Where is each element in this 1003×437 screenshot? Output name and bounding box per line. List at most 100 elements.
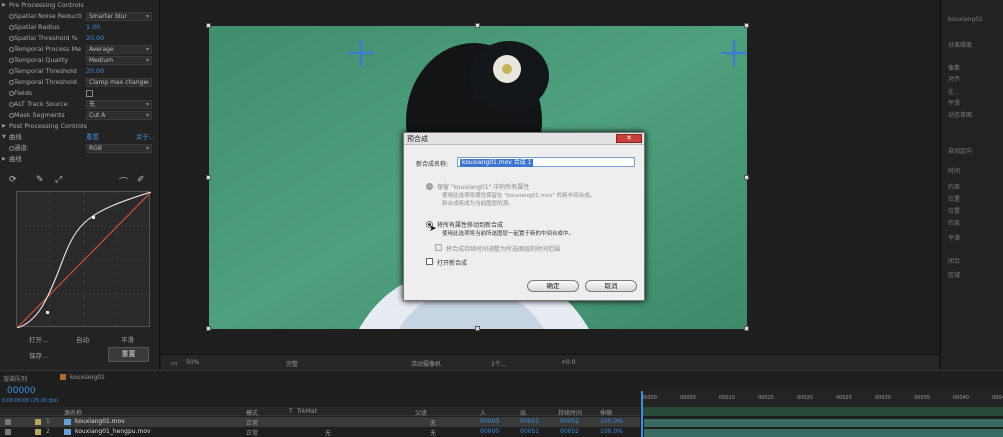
right-panel-item[interactable]: 位置 [948, 206, 960, 215]
layer-duration[interactable]: 00052 [560, 418, 579, 425]
views-dropdown[interactable]: 1个... [491, 359, 507, 368]
effect-row: Spatial Radius 1.00 [0, 22, 160, 33]
zoom-icon[interactable]: ⤢ [55, 175, 65, 185]
keep-attributes-radio[interactable] [426, 183, 433, 190]
right-panel-item[interactable]: 时间 [948, 166, 960, 175]
curve-open-button[interactable]: 打开... [29, 334, 48, 344]
frame-handle-bc[interactable] [475, 326, 480, 331]
visibility-icon[interactable] [5, 429, 11, 435]
frame-handle-bl[interactable] [206, 326, 211, 331]
param-label: Temporal Threshold [14, 67, 77, 75]
effect-row: Spatial Threshold % 20.00 [0, 33, 160, 44]
timeline-layers: 1 kouxiang01.mov 正常 无 00000 00051 00052 100.0% 2… [0, 417, 640, 437]
ok-button[interactable]: 确定 [527, 280, 579, 292]
param-value[interactable]: 20.00 [86, 66, 104, 77]
layer-name[interactable]: kouxiang01.mov [75, 418, 125, 425]
layer-stretch[interactable]: 100.0% [600, 418, 623, 425]
layer-out[interactable]: 00051 [520, 428, 539, 435]
param-dropdown[interactable]: Clamp max change [86, 78, 152, 87]
layer-mode[interactable]: 正常 [246, 418, 258, 427]
zoom-dropdown[interactable]: 50% [186, 359, 199, 366]
right-panel-item[interactable]: 约束 [948, 218, 960, 227]
dialog-close-button[interactable]: ✕ [616, 134, 642, 143]
label-color-icon[interactable] [35, 419, 41, 425]
frame-handle-tr[interactable] [744, 23, 749, 28]
new-comp-name-input[interactable]: kouxiang01.mov 合成 1 [457, 157, 635, 167]
param-dropdown[interactable]: Smarter blur [86, 12, 152, 21]
param-label: 通道: [14, 144, 29, 152]
tab-composition[interactable]: kouxiang01 [70, 374, 105, 381]
open-new-comp-checkbox[interactable] [426, 258, 433, 265]
col-out: 出 [520, 410, 527, 417]
param-dropdown[interactable]: RGB [86, 144, 152, 153]
expand-icon[interactable]: ▶ [2, 121, 6, 132]
camera-dropdown[interactable]: 活动摄像机 [411, 359, 441, 368]
right-panel-item[interactable]: 对齐 [948, 74, 960, 83]
frame-handle-ml[interactable] [206, 175, 211, 180]
frame-handle-mr[interactable] [744, 175, 749, 180]
pencil-icon[interactable]: ✎ [36, 175, 46, 185]
col-mode: 模式 [246, 410, 259, 417]
right-panel-item[interactable]: 动态草图 [948, 110, 972, 119]
right-panel-item[interactable]: 平滑 [948, 233, 960, 242]
curve-tool-icon[interactable]: ⟳ [9, 175, 19, 185]
right-panel-item[interactable]: 闭合 [948, 256, 960, 265]
cancel-button[interactable]: 取消 [585, 280, 637, 292]
frame-handle-tl[interactable] [206, 23, 211, 28]
timeline-layer-row[interactable]: 1 kouxiang01.mov 正常 无 00000 00051 00052 100.0% [0, 417, 640, 427]
fx-label: 曲线 [9, 133, 22, 141]
resolution-dropdown[interactable]: 完整 [286, 359, 298, 368]
layer-bar-1[interactable] [644, 419, 1003, 427]
region-icon[interactable]: ▭ [171, 359, 178, 367]
smooth-curve-icon[interactable]: ⌒ [119, 175, 129, 188]
layer-out[interactable]: 00051 [520, 418, 539, 425]
pen-icon[interactable]: ✐ [137, 175, 147, 185]
param-value[interactable]: 1.00 [86, 22, 100, 33]
tab-render-queue[interactable]: 渲染队列 [3, 374, 27, 383]
right-panel-item[interactable]: 位置 [948, 194, 960, 203]
frame-handle-br[interactable] [744, 326, 749, 331]
fx-reset-link[interactable]: 重置 [86, 132, 99, 143]
param-dropdown[interactable]: Cut A [86, 111, 152, 120]
timecode[interactable]: 00000 [7, 386, 36, 396]
footage-icon [64, 419, 71, 425]
param-checkbox[interactable] [86, 90, 93, 97]
cursor-icon: ➤ [429, 224, 437, 234]
right-panel-item[interactable]: 约束 [948, 182, 960, 191]
right-panel-item[interactable]: 像素 [948, 63, 960, 72]
exposure-value[interactable]: +0.0 [561, 359, 576, 366]
curve-save-button[interactable]: 保存... [29, 350, 48, 360]
right-panel-item[interactable]: 自动定向 [948, 146, 972, 155]
expand-icon[interactable]: ▼ [2, 132, 6, 143]
right-panel-item[interactable]: 区域 [948, 270, 960, 279]
effect-row: Temporal Process Me Average [0, 44, 160, 55]
visibility-icon[interactable] [5, 419, 11, 425]
param-value[interactable]: 20.00 [86, 33, 104, 44]
layer-name[interactable]: kouxiang01_hengpu.mov [75, 428, 151, 435]
right-panel-item[interactable]: 分离维度 [948, 40, 972, 49]
label-color-icon[interactable] [35, 429, 41, 435]
curve-tools: ⟳ ✎ ⤢ ⌒ ✐ [3, 172, 158, 188]
curve-reset-button[interactable]: 重置 [108, 347, 149, 362]
right-panel-item[interactable]: 平滑 [948, 98, 960, 107]
right-panel-item[interactable]: kouxiang01 [948, 16, 983, 23]
param-dropdown[interactable]: Average [86, 45, 152, 54]
layer-duration[interactable]: 00052 [560, 428, 579, 435]
curve-auto-button[interactable]: 自动 [76, 334, 89, 344]
right-panel-item[interactable]: 在... [948, 87, 960, 96]
layer-in[interactable]: 00000 [480, 428, 499, 435]
frame-handle-tc[interactable] [475, 23, 480, 28]
param-dropdown[interactable]: 无 [86, 100, 152, 109]
expand-icon[interactable]: ▶ [2, 0, 6, 11]
adjust-duration-checkbox[interactable] [435, 244, 442, 251]
curve-smooth-button[interactable]: 平滑 [121, 334, 134, 344]
layer-stretch[interactable]: 100.0% [600, 428, 623, 435]
work-area-bar[interactable] [641, 407, 1003, 416]
fx-about-link[interactable]: 关于... [136, 132, 155, 143]
curve-graph[interactable] [16, 191, 151, 328]
param-dropdown[interactable]: Medium [86, 56, 152, 65]
layer-in[interactable]: 00000 [480, 418, 499, 425]
ruler-tick-label: 00015 [758, 395, 774, 401]
layer-parent[interactable]: 无 [430, 418, 436, 427]
playhead[interactable] [641, 391, 643, 437]
